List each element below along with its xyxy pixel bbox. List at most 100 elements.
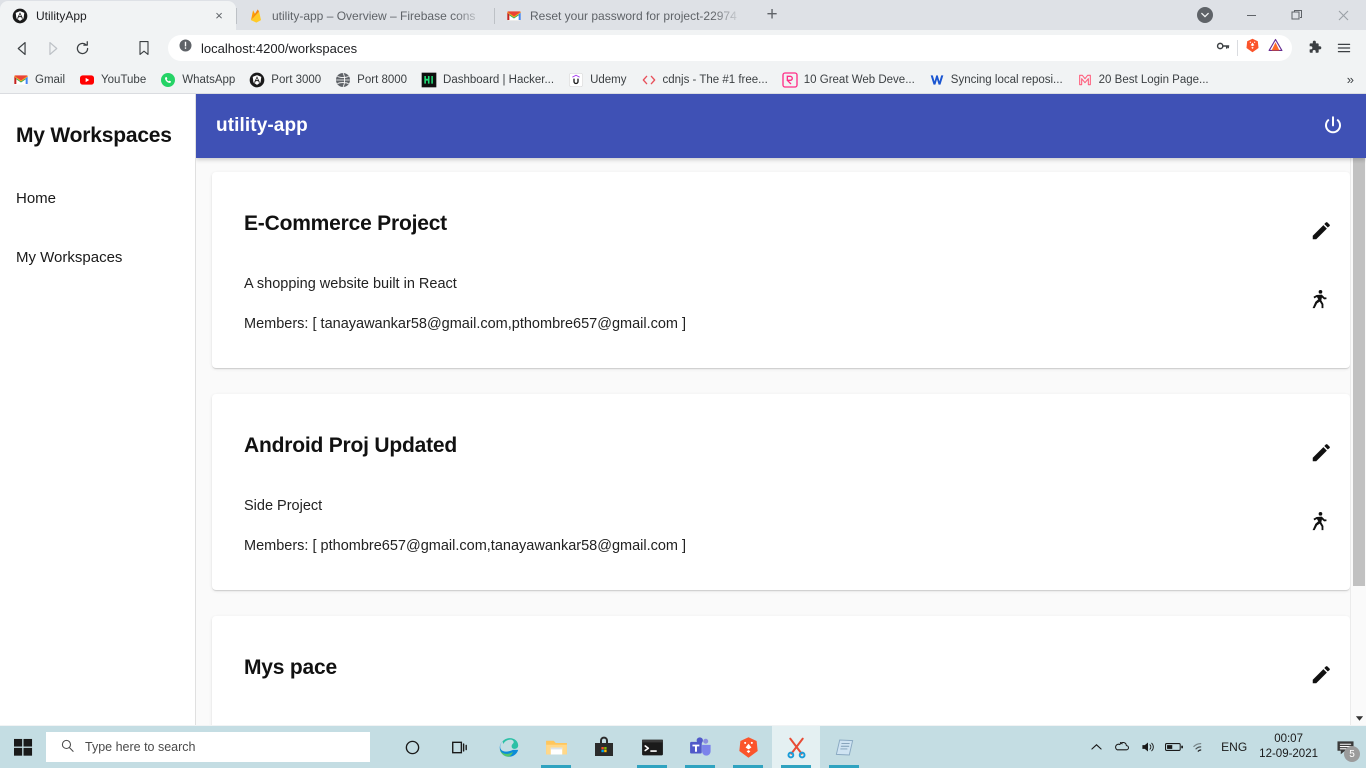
close-icon[interactable]: × <box>212 8 226 23</box>
workspace-card[interactable]: E-Commerce Project A shopping website bu… <box>212 172 1350 368</box>
browser-menu-button[interactable] <box>1330 34 1358 62</box>
bookmark-label: 20 Best Login Page... <box>1099 74 1209 86</box>
notification-badge: 5 <box>1344 746 1360 762</box>
workspace-title: Mys pace <box>244 656 1334 680</box>
windows-taskbar: Type here to search <box>0 726 1366 768</box>
language-indicator[interactable]: ENG <box>1213 740 1255 754</box>
gmail-icon <box>13 72 29 88</box>
taskbar-cortana-button[interactable] <box>388 726 436 768</box>
browser-window: UtilityApp × utility-app – Overview – Fi… <box>0 0 1366 726</box>
onedrive-icon[interactable] <box>1109 726 1135 768</box>
taskbar-task-view-button[interactable] <box>436 726 484 768</box>
restore-button[interactable] <box>1274 0 1320 30</box>
close-button[interactable] <box>1320 0 1366 30</box>
edit-workspace-button[interactable] <box>1310 220 1332 247</box>
page-scrollbar[interactable] <box>1350 94 1366 725</box>
bookmark-label: Syncing local reposi... <box>951 74 1063 86</box>
run-workspace-button[interactable] <box>1308 510 1330 537</box>
key-icon[interactable] <box>1215 38 1231 59</box>
code-brackets-icon <box>641 72 657 88</box>
browser-tab-3[interactable]: Reset your password for project-22974 <box>494 1 752 30</box>
bookmark-youtube[interactable]: YouTube <box>72 69 153 91</box>
bookmark-port-8000[interactable]: Port 8000 <box>328 69 414 91</box>
minimize-button[interactable] <box>1228 0 1274 30</box>
taskbar-snip-and-sketch-button[interactable] <box>772 726 820 768</box>
workspace-card[interactable]: Mys pace <box>212 616 1350 725</box>
taskbar-microsoft-teams-button[interactable] <box>676 726 724 768</box>
bookmark-syncing-local-repository[interactable]: Syncing local reposi... <box>922 69 1070 91</box>
pencil-icon <box>1310 442 1332 464</box>
edit-workspace-button[interactable] <box>1310 664 1332 691</box>
run-workspace-button[interactable] <box>1308 288 1330 315</box>
logout-button[interactable] <box>1320 113 1346 139</box>
sidebar-item-my-workspaces[interactable]: My Workspaces <box>0 241 195 274</box>
show-hidden-icons-button[interactable] <box>1083 726 1109 768</box>
snip-and-sketch-icon <box>784 735 809 760</box>
omnibox-actions <box>1215 37 1284 59</box>
wifi-icon[interactable] <box>1187 726 1213 768</box>
forward-button[interactable] <box>38 34 66 62</box>
scrollbar-thumb[interactable] <box>1353 110 1365 586</box>
windows-start-icon <box>14 738 33 757</box>
battery-icon[interactable] <box>1161 726 1187 768</box>
taskbar-search-placeholder: Type here to search <box>85 740 195 754</box>
clock[interactable]: 00:07 12-09-2021 <box>1255 732 1328 762</box>
taskbar-apps <box>388 726 868 768</box>
notepad-icon <box>832 735 857 760</box>
bookmark-label: Port 8000 <box>357 74 407 86</box>
system-tray: ENG 00:07 12-09-2021 5 <box>1083 726 1366 768</box>
volume-icon[interactable] <box>1135 726 1161 768</box>
back-button[interactable] <box>8 34 36 62</box>
workspace-list: E-Commerce Project A shopping website bu… <box>196 158 1366 725</box>
microsoft-edge-icon <box>496 735 521 760</box>
new-tab-button[interactable]: + <box>758 1 786 29</box>
extensions-button[interactable] <box>1300 34 1328 62</box>
taskbar-search-box[interactable]: Type here to search <box>46 732 370 762</box>
bookmark-label: Dashboard | Hacker... <box>443 74 554 86</box>
notification-center-button[interactable]: 5 <box>1328 726 1362 768</box>
bookmark-whatsapp[interactable]: WhatsApp <box>153 69 242 91</box>
bookmark-udemy[interactable]: Udemy <box>561 69 633 91</box>
bookmark-gmail[interactable]: Gmail <box>6 69 72 91</box>
edit-workspace-button[interactable] <box>1310 442 1332 469</box>
taskbar-edge-button[interactable] <box>484 726 532 768</box>
browser-toolbar: localhost:4200/workspaces <box>0 30 1366 66</box>
browser-tab-1[interactable]: UtilityApp × <box>0 1 236 30</box>
scroll-down-button[interactable] <box>1351 711 1366 725</box>
not-secure-icon[interactable] <box>178 38 193 58</box>
tab-search-button[interactable] <box>1182 0 1228 30</box>
taskbar-microsoft-store-button[interactable] <box>580 726 628 768</box>
bookmark-hackerearth-dashboard[interactable]: Dashboard | Hacker... <box>414 69 561 91</box>
bookmark-web-dev-article[interactable]: 10 Great Web Deve... <box>775 69 922 91</box>
bookmark-label: Port 3000 <box>271 74 321 86</box>
bookmark-label: Gmail <box>35 74 65 86</box>
workspace-description: Side Project <box>244 498 1334 514</box>
bookmark-login-pages[interactable]: 20 Best Login Page... <box>1070 69 1216 91</box>
tab-strip: UtilityApp × utility-app – Overview – Fi… <box>0 0 1366 30</box>
sidebar-nav-list: Home My Workspaces <box>0 182 195 274</box>
running-person-icon <box>1308 288 1330 310</box>
taskbar-brave-button[interactable] <box>724 726 772 768</box>
taskbar-file-explorer-button[interactable] <box>532 726 580 768</box>
workspace-members: Members: [ tanayawankar58@gmail.com,ptho… <box>244 316 1334 332</box>
bookmark-this-page-button[interactable] <box>130 34 158 62</box>
address-bar[interactable]: localhost:4200/workspaces <box>168 35 1292 61</box>
angular-icon <box>249 72 265 88</box>
brave-lion-icon[interactable] <box>1244 37 1261 59</box>
workspace-card[interactable]: Android Proj Updated Side Project Member… <box>212 394 1350 590</box>
bookmark-label: YouTube <box>101 74 146 86</box>
bookmarks-overflow-button[interactable]: » <box>1347 72 1360 87</box>
start-button[interactable] <box>0 726 46 768</box>
taskbar-command-prompt-button[interactable] <box>628 726 676 768</box>
bat-triangle-icon[interactable] <box>1267 37 1284 59</box>
browser-tab-2[interactable]: utility-app – Overview – Firebase cons <box>236 1 494 30</box>
workspace-members: Members: [ pthombre657@gmail.com,tanayaw… <box>244 538 1334 554</box>
sidebar-heading: My Workspaces <box>0 110 195 148</box>
bookmark-port-3000[interactable]: Port 3000 <box>242 69 328 91</box>
reload-button[interactable] <box>68 34 96 62</box>
bookmark-cdnjs[interactable]: cdnjs - The #1 free... <box>634 69 775 91</box>
taskbar-notepad-button[interactable] <box>820 726 868 768</box>
w-icon <box>929 72 945 88</box>
power-icon <box>1321 114 1345 138</box>
sidebar-item-home[interactable]: Home <box>0 182 195 215</box>
